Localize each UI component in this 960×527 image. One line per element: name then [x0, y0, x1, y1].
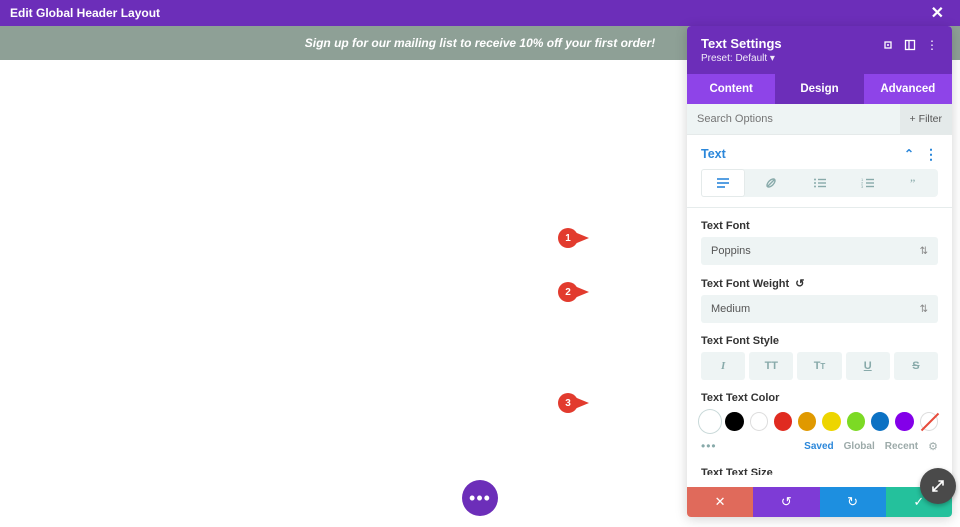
undo-button[interactable]: ↺ — [753, 487, 819, 517]
swatch-green[interactable] — [847, 412, 865, 431]
layout-icon[interactable] — [904, 39, 916, 51]
swatch-purple[interactable] — [895, 412, 913, 431]
swatch-black[interactable] — [725, 412, 743, 431]
panel-title: Text Settings — [701, 36, 882, 51]
font-value: Poppins — [711, 245, 751, 257]
fab-resize[interactable] — [920, 468, 956, 504]
more-dots-icon[interactable]: ••• — [701, 439, 717, 453]
panel-header: Text Settings Preset: Default ▾ ⋮ — [687, 26, 952, 74]
text-tab-paragraph[interactable] — [701, 169, 745, 197]
size-label-cut: Text Text Size — [701, 467, 938, 475]
swatch-none[interactable] — [920, 412, 938, 431]
tab-advanced[interactable]: Advanced — [864, 74, 952, 104]
reset-icon[interactable]: ↺ — [795, 277, 804, 290]
style-smallcaps[interactable]: TT — [797, 352, 841, 380]
redo-button[interactable]: ↻ — [820, 487, 886, 517]
color-label: Text Text Color — [701, 392, 938, 404]
svg-text:”: ” — [910, 178, 915, 188]
caret-icon: ⇅ — [920, 304, 928, 315]
caret-icon: ⇅ — [920, 246, 928, 257]
style-label: Text Font Style — [701, 335, 938, 347]
swatch-white[interactable] — [750, 412, 768, 431]
annotation-2: 2 — [558, 282, 589, 302]
swatch-white-selected[interactable] — [701, 412, 719, 431]
text-tab-quote[interactable]: ” — [894, 169, 938, 197]
text-tab-link[interactable] — [749, 169, 793, 197]
section-text-header[interactable]: Text ⌃ ⋮ — [701, 135, 938, 169]
style-italic[interactable]: I — [701, 352, 745, 380]
swatch-red[interactable] — [774, 412, 792, 431]
chevron-up-icon[interactable]: ⌃ — [904, 147, 914, 161]
dots-icon[interactable]: ⋮ — [926, 38, 938, 52]
weight-select[interactable]: Medium ⇅ — [701, 295, 938, 323]
color-swatches — [701, 412, 938, 431]
tab-design[interactable]: Design — [775, 74, 863, 104]
gear-icon[interactable]: ⚙ — [928, 440, 938, 453]
font-label: Text Font — [701, 220, 938, 232]
swatch-blue[interactable] — [871, 412, 889, 431]
text-element-tabs: 123 ” — [701, 169, 938, 197]
search-row: +Filter — [687, 104, 952, 135]
panel-tabs: Content Design Advanced — [687, 74, 952, 104]
fab-main[interactable]: ••• — [462, 480, 498, 516]
weight-label: Text Font Weight ↺ — [701, 277, 938, 290]
filter-button[interactable]: +Filter — [900, 104, 952, 134]
panel-body: Text ⌃ ⋮ 123 ” Text Font — [687, 135, 952, 487]
top-bar-title: Edit Global Header Layout — [10, 6, 160, 20]
tab-content[interactable]: Content — [687, 74, 775, 104]
expand-icon[interactable] — [882, 39, 894, 51]
font-select[interactable]: Poppins ⇅ — [701, 237, 938, 265]
action-bar: ✕ ↺ ↻ ✓ — [687, 487, 952, 517]
close-icon[interactable]: ✕ — [925, 3, 950, 23]
color-filter-row: ••• Saved Global Recent ⚙ — [701, 439, 938, 453]
text-tab-ol[interactable]: 123 — [846, 169, 890, 197]
style-uppercase[interactable]: TT — [749, 352, 793, 380]
section-title: Text — [701, 147, 726, 161]
svg-text:3: 3 — [861, 184, 864, 188]
search-input[interactable] — [687, 104, 900, 134]
annotation-1: 1 — [558, 228, 589, 248]
swatch-yellow[interactable] — [822, 412, 840, 431]
filter-saved[interactable]: Saved — [804, 441, 833, 452]
panel-preset[interactable]: Preset: Default ▾ — [701, 53, 882, 64]
font-style-tabs: I TT TT U S — [701, 352, 938, 380]
style-underline[interactable]: U — [846, 352, 890, 380]
annotation-3: 3 — [558, 393, 589, 413]
filter-global[interactable]: Global — [844, 441, 875, 452]
banner-text: Sign up for our mailing list to receive … — [305, 36, 656, 50]
weight-value: Medium — [711, 303, 750, 315]
top-bar: Edit Global Header Layout ✕ — [0, 0, 960, 26]
section-dots-icon[interactable]: ⋮ — [924, 151, 938, 158]
filter-recent[interactable]: Recent — [885, 441, 918, 452]
cancel-button[interactable]: ✕ — [687, 487, 753, 517]
settings-panel: Text Settings Preset: Default ▾ ⋮ Conten… — [687, 26, 952, 517]
style-strike[interactable]: S — [894, 352, 938, 380]
text-tab-ul[interactable] — [797, 169, 841, 197]
separator — [687, 207, 952, 208]
swatch-orange[interactable] — [798, 412, 816, 431]
